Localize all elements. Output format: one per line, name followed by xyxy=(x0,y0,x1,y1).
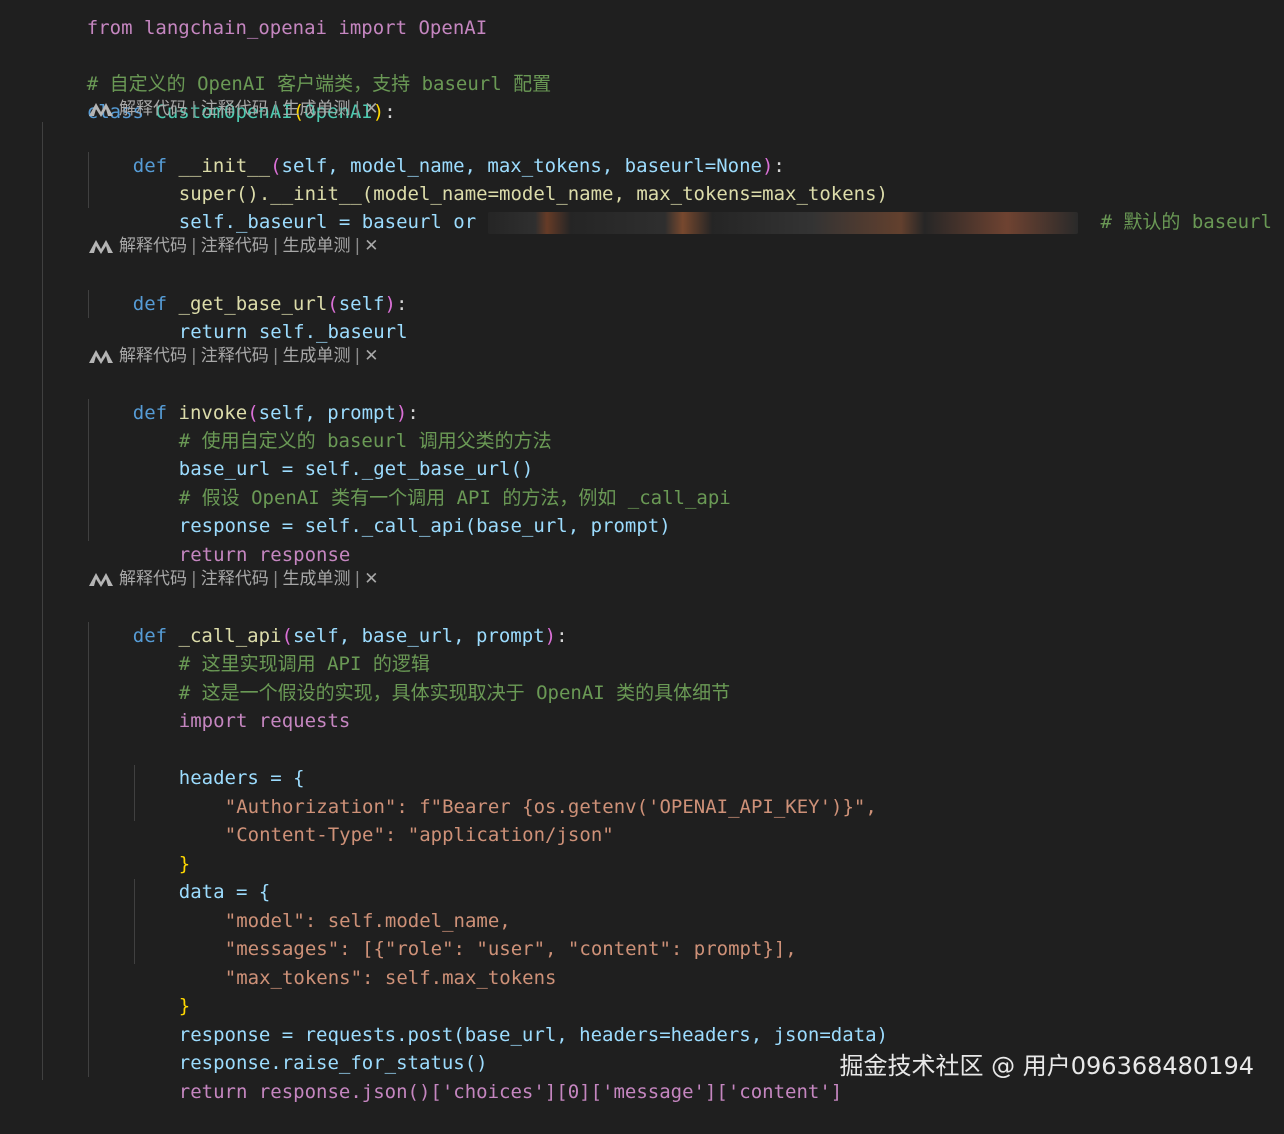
code-line-def-invoke: def invoke(self, prompt): xyxy=(132,402,419,424)
comment-code-button[interactable]: 注释代码 xyxy=(201,233,269,259)
code-line-class: class CustomOpenAI(OpenAI): xyxy=(86,101,396,123)
code-line-comment: # 这是一个假设的实现，具体实现取决于 OpenAI 类的具体细节 xyxy=(178,682,731,704)
code-editor[interactable]: from langchain_openai import OpenAI # 自定… xyxy=(0,0,1284,1107)
indent-guide xyxy=(42,122,43,1080)
close-icon[interactable]: ✕ xyxy=(364,566,378,592)
code-line-def-getbase: def _get_base_url(self): xyxy=(132,293,408,315)
generate-test-button[interactable]: 生成单测 xyxy=(282,233,350,259)
code-line-base-url: base_url = self._get_base_url() xyxy=(178,458,534,480)
code-line-return: return response xyxy=(178,544,351,566)
code-line-baseurl-assign: self._baseurl = baseurl or # 默认的 baseurl xyxy=(178,211,1272,234)
explain-code-button[interactable]: 解释代码 xyxy=(119,96,187,122)
watermark: 掘金技术社区 @ 用户096368480194 xyxy=(839,1052,1255,1080)
close-icon[interactable]: ✕ xyxy=(364,96,378,122)
code-line-def-callapi: def _call_api(self, base_url, prompt): xyxy=(132,625,568,647)
explain-code-button[interactable]: 解释代码 xyxy=(119,566,187,592)
comment-code-button[interactable]: 注释代码 xyxy=(201,566,269,592)
codelens-toolbar: 解释代码 | 注释代码 | 生成单测 | ✕ xyxy=(88,566,378,592)
codelens-toolbar: 解释代码 | 注释代码 | 生成单测 | ✕ xyxy=(88,233,378,259)
generate-test-button[interactable]: 生成单测 xyxy=(282,566,350,592)
comment-code-button[interactable]: 注释代码 xyxy=(201,343,269,369)
code-line-data: data = { xyxy=(178,881,271,903)
close-icon[interactable]: ✕ xyxy=(364,233,378,259)
generate-test-button[interactable]: 生成单测 xyxy=(282,343,350,369)
code-line-import-requests: import requests xyxy=(178,710,351,732)
code-line-return: return self._baseurl xyxy=(178,321,408,343)
codelens-toolbar: 解释代码 | 注释代码 | 生成单测 | ✕ xyxy=(88,96,378,122)
explain-code-button[interactable]: 解释代码 xyxy=(119,233,187,259)
codelens-toolbar: 解释代码 | 注释代码 | 生成单测 | ✕ xyxy=(88,343,378,369)
marscode-logo-icon xyxy=(89,103,113,117)
marscode-logo-icon xyxy=(89,573,113,587)
code-line-super: super().__init__(model_name=model_name, … xyxy=(178,183,888,205)
generate-test-button[interactable]: 生成单测 xyxy=(282,96,350,122)
code-line-data-messages: "messages": [{"role": "user", "content":… xyxy=(224,938,797,960)
marscode-logo-icon xyxy=(89,240,113,254)
code-line-comment: # 使用自定义的 baseurl 调用父类的方法 xyxy=(178,430,552,452)
code-line-brace: } xyxy=(178,995,191,1017)
code-line-data-maxtokens: "max_tokens": self.max_tokens xyxy=(224,967,557,989)
comment-code-button[interactable]: 注释代码 xyxy=(201,96,269,122)
code-line-def-init: def __init__(self, model_name, max_token… xyxy=(132,155,785,177)
indent-guide xyxy=(88,622,89,1077)
code-line-data-model: "model": self.model_name, xyxy=(224,910,511,932)
code-line-return: return response.json()['choices'][0]['me… xyxy=(178,1081,843,1103)
code-line-header-ctype: "Content-Type": "application/json" xyxy=(224,824,614,846)
code-line-brace: } xyxy=(178,853,191,875)
code-line-header-auth: "Authorization": f"Bearer {os.getenv('OP… xyxy=(224,796,877,818)
code-line-post: response = requests.post(base_url, heade… xyxy=(178,1024,888,1046)
redacted-url xyxy=(487,211,1078,234)
close-icon[interactable]: ✕ xyxy=(364,343,378,369)
code-line-response: response = self._call_api(base_url, prom… xyxy=(178,515,671,537)
code-line-comment: # 这里实现调用 API 的逻辑 xyxy=(178,653,430,675)
code-line-headers: headers = { xyxy=(178,767,305,789)
explain-code-button[interactable]: 解释代码 xyxy=(119,343,187,369)
marscode-logo-icon xyxy=(89,350,113,364)
code-line-import: from langchain_openai import OpenAI xyxy=(86,17,488,39)
code-line-raise: response.raise_for_status() xyxy=(178,1052,488,1074)
code-line-comment: # 自定义的 OpenAI 客户端类，支持 baseurl 配置 xyxy=(86,73,552,95)
code-line-comment: # 假设 OpenAI 类有一个调用 API 的方法，例如 _call_api xyxy=(178,487,731,509)
